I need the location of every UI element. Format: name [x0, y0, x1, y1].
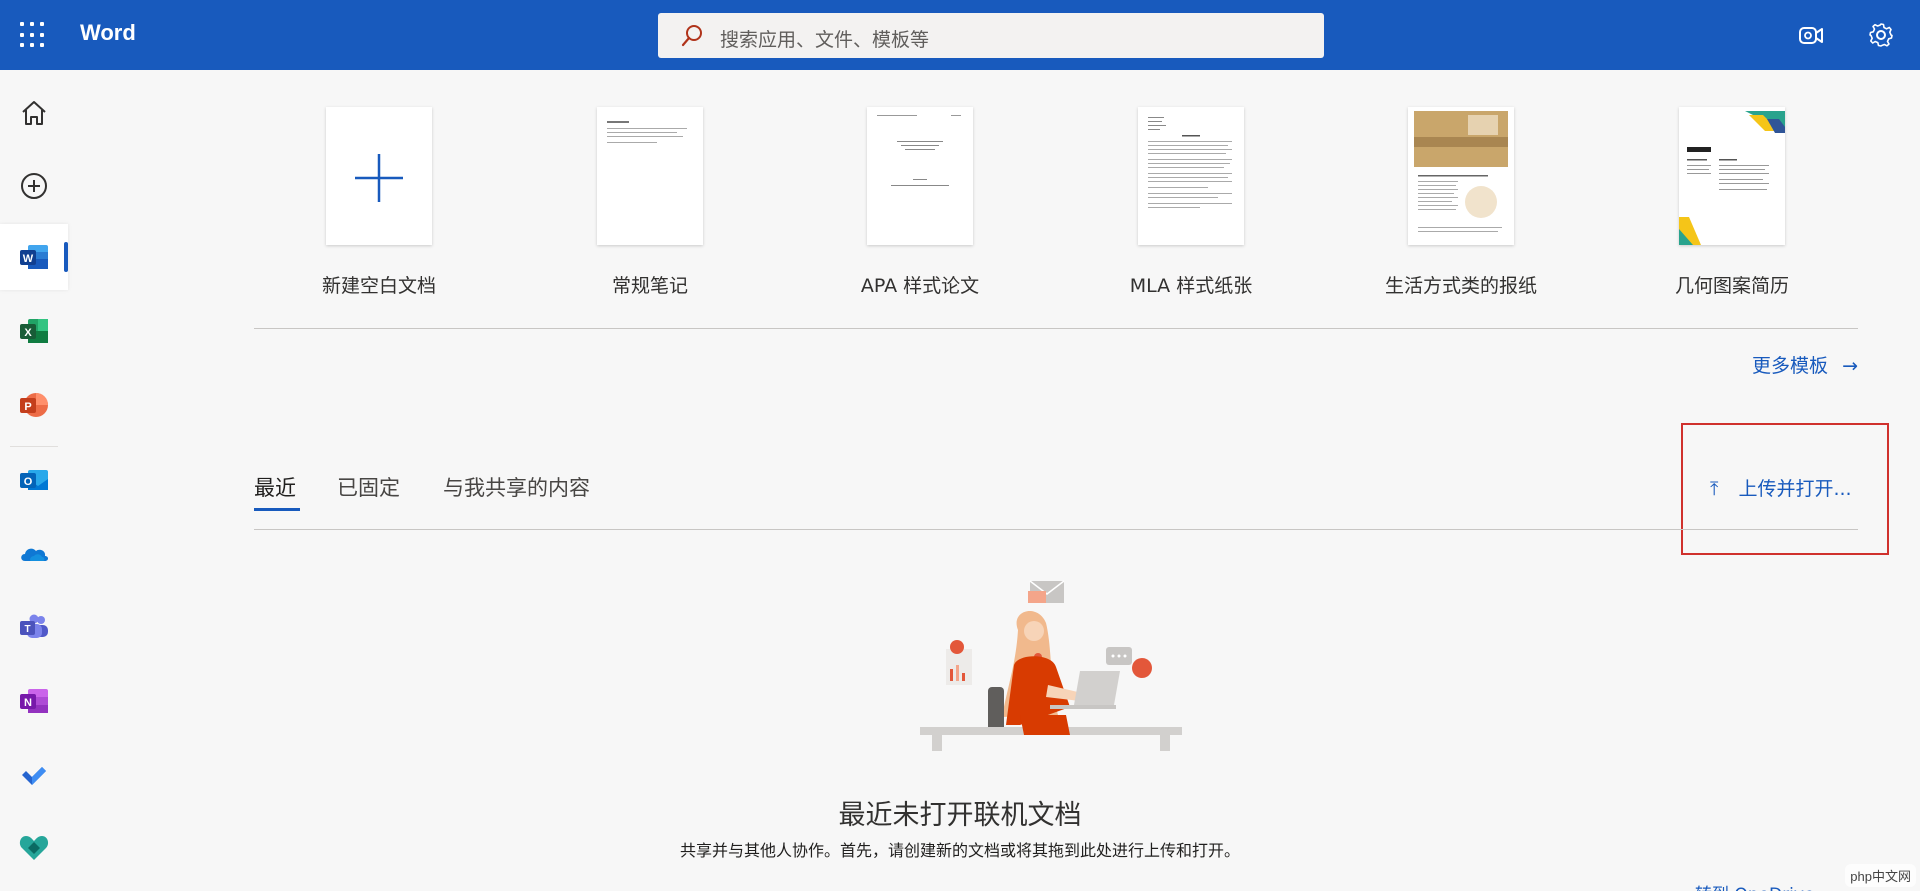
template-label: APA 样式论文 [860, 275, 980, 297]
svg-text:X: X [24, 327, 32, 339]
template-thumbnail [597, 107, 703, 245]
svg-text:W: W [23, 253, 34, 265]
powerpoint-icon: P [20, 393, 48, 417]
document-preview-icon [1148, 117, 1232, 208]
rail-item-powerpoint[interactable]: P [0, 372, 68, 438]
add-icon [355, 154, 403, 202]
rail-item-onedrive[interactable] [0, 521, 68, 587]
tab-active-indicator [254, 508, 300, 511]
template-general-notes[interactable]: 常规笔记 [545, 107, 755, 298]
more-templates-link[interactable]: 更多模板 → [1752, 351, 1858, 378]
arrow-right-icon: → [1842, 355, 1858, 377]
search-box[interactable]: 搜索应用、文件、模板等 [658, 13, 1324, 58]
onedrive-icon [21, 548, 48, 561]
empty-state-title: 最近未打开联机文档 [838, 800, 1082, 831]
svg-text:N: N [24, 697, 32, 709]
meet-now-icon[interactable] [1796, 20, 1826, 50]
document-preview-icon [607, 121, 687, 143]
template-thumbnail [1408, 107, 1514, 245]
template-label: 常规笔记 [611, 275, 688, 297]
highlight-box [1681, 423, 1889, 555]
empty-state-illustration [920, 580, 1182, 751]
search-placeholder: 搜索应用、文件、模板等 [720, 29, 930, 51]
watermark-logo: php中文网 [1845, 864, 1916, 887]
app-name[interactable]: Word [80, 20, 136, 46]
template-apa-paper[interactable]: APA 样式论文 [815, 107, 1025, 298]
rail-item-teams[interactable]: T [0, 594, 68, 660]
left-app-rail: W X P O T N [0, 70, 68, 891]
settings-gear-icon[interactable] [1866, 20, 1896, 50]
rail-item-outlook[interactable]: O [0, 447, 68, 513]
tab-pinned[interactable]: 已固定 [337, 472, 400, 502]
svg-text:O: O [24, 476, 33, 488]
rail-item-word[interactable]: W [0, 224, 68, 290]
onenote-icon: N [20, 689, 48, 713]
template-thumbnail [867, 107, 973, 245]
tab-shared-with-me[interactable]: 与我共享的内容 [443, 472, 590, 502]
top-bar: Word 搜索应用、文件、模板等 [0, 0, 1920, 70]
document-preview-icon [1679, 111, 1785, 245]
go-to-onedrive-link[interactable]: 转到 OneDrive [1695, 880, 1814, 891]
app-launcher-icon[interactable] [20, 22, 46, 48]
rail-item-home[interactable] [0, 80, 68, 146]
search-icon [681, 25, 702, 47]
templates-divider [254, 328, 1858, 329]
document-preview-icon [877, 115, 961, 186]
svg-text:T: T [24, 624, 30, 635]
add-circle-icon [21, 173, 47, 199]
template-mla-paper[interactable]: MLA 样式纸张 [1086, 107, 1296, 298]
template-label: 生活方式类的报纸 [1384, 275, 1537, 297]
template-geometric-resume[interactable]: 几何图案简历 [1627, 107, 1837, 298]
template-thumbnail [1679, 107, 1785, 245]
template-lifestyle-newsletter[interactable]: 生活方式类的报纸 [1356, 107, 1566, 298]
template-label: MLA 样式纸张 [1129, 275, 1253, 297]
teams-icon: T [20, 614, 48, 638]
template-blank-document[interactable]: 新建空白文档 [274, 107, 484, 298]
template-thumbnail [1138, 107, 1244, 245]
excel-icon: X [20, 319, 48, 343]
tabs-divider [254, 529, 1858, 530]
home-icon [22, 101, 46, 125]
todo-icon [22, 767, 46, 785]
template-thumbnail [326, 107, 432, 245]
template-label: 新建空白文档 [321, 275, 436, 297]
rail-item-excel[interactable]: X [0, 298, 68, 364]
rail-item-onenote[interactable]: N [0, 668, 68, 734]
word-icon: W [20, 245, 48, 269]
document-preview-icon [1414, 111, 1508, 232]
more-templates-label: 更多模板 [1752, 355, 1829, 377]
rail-item-create[interactable] [0, 153, 68, 219]
outlook-icon: O [20, 470, 48, 490]
empty-state-subtitle: 共享并与其他人协作。首先，请创建新的文档或将其拖到此处进行上传和打开。 [679, 841, 1240, 860]
svg-text:P: P [24, 401, 31, 413]
template-label: 几何图案简历 [1674, 275, 1789, 297]
tab-recent[interactable]: 最近 [254, 472, 296, 502]
